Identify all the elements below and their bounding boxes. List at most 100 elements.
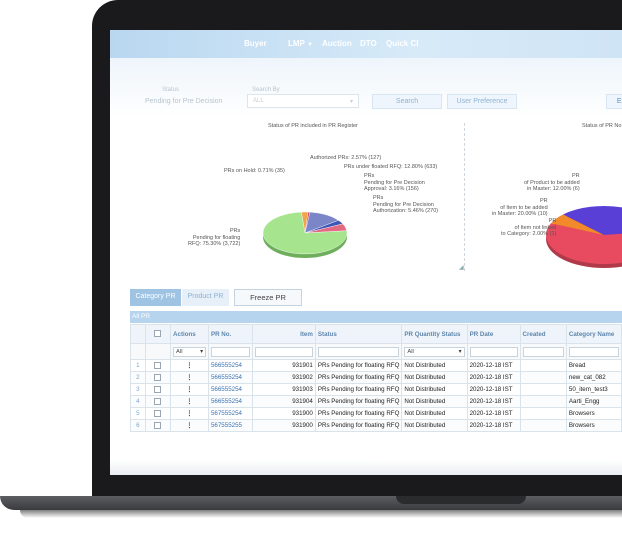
row-item: 931902 (252, 371, 316, 384)
row-pr-no[interactable]: 567555255 (207, 419, 254, 432)
filter-status-value[interactable]: Pending for Pre Decision (145, 98, 222, 105)
export-button[interactable]: Ex (606, 94, 622, 109)
table-row[interactable]: 2 ⋮ 566555254 931902 PRs Pending for floatin… (130, 371, 622, 384)
row-qty-status: Not Distributed (401, 395, 468, 408)
qty-status-filter-select[interactable]: All ▾ (404, 346, 465, 357)
row-checkbox-cell (144, 359, 172, 372)
filter-cell (252, 343, 316, 360)
actions-filter-select[interactable]: All ▾ (173, 346, 206, 357)
created-filter-input[interactable] (522, 346, 564, 357)
nav-item-lmp[interactable]: LMP ▼ (288, 39, 313, 48)
resize-handle-icon[interactable]: ◢ (459, 264, 464, 271)
row-status: PRs Pending for floating RFQ (314, 407, 403, 420)
row-number: 3 (130, 383, 146, 396)
nav-item-quick-ci[interactable]: Quick CI (386, 39, 418, 48)
search-button[interactable]: Search (372, 94, 442, 109)
filter-cell: All ▾ (170, 343, 209, 360)
pie-label-floating: PRs Pending for floating RFQ: 75.30% (3,… (188, 228, 241, 247)
row-checkbox[interactable] (154, 385, 162, 393)
row-pr-no[interactable]: 566555254 (207, 371, 254, 384)
item-filter-input[interactable] (255, 346, 313, 357)
table-row[interactable]: 6 ⋮ 567555255 931900 PRs Pending for floatin… (130, 419, 622, 432)
nav-item-buyer[interactable]: Buyer (244, 39, 267, 48)
filter-cell (466, 343, 521, 360)
row-item: 931904 (252, 395, 316, 408)
row-created (519, 383, 567, 396)
table-row[interactable]: 1 ⋮ 566555254 931901 PRs Pending for floatin… (130, 359, 622, 372)
header-qty-status[interactable]: PR Quantity Status (401, 324, 468, 344)
row-pr-no[interactable]: 566555254 (207, 395, 254, 408)
row-qty-status: Not Distributed (401, 419, 468, 432)
row-item: 931903 (252, 383, 316, 396)
user-preference-button[interactable]: User Preference (447, 94, 517, 109)
laptop-base (0, 496, 622, 510)
header-item[interactable]: Item (252, 324, 316, 344)
nav-item-auction[interactable]: Auction (322, 39, 352, 48)
row-status: PRs Pending for floating RFQ (314, 383, 403, 396)
more-vertical-icon[interactable]: ⋮ (186, 398, 192, 405)
row-actions-cell: ⋮ (170, 419, 209, 432)
table-row[interactable]: 5 ⋮ 567555254 931900 PRs Pending for floatin… (130, 407, 622, 420)
row-pr-date: 2020-12-18 IST (466, 383, 521, 396)
select-all-checkbox[interactable] (154, 330, 162, 338)
row-checkbox-cell (144, 419, 172, 432)
row-created (519, 419, 567, 432)
row-checkbox[interactable] (154, 373, 162, 381)
table-row[interactable]: 3 ⋮ 566555254 931903 PRs Pending for floatin… (130, 383, 622, 396)
row-actions-cell: ⋮ (170, 383, 209, 396)
row-checkbox-cell (144, 395, 172, 408)
filter-bar (110, 58, 622, 118)
row-created (519, 371, 567, 384)
row-checkbox[interactable] (154, 361, 162, 369)
row-qty-status: Not Distributed (401, 383, 468, 396)
table-row[interactable]: 4 ⋮ 566555254 931904 PRs Pending for floatin… (130, 395, 622, 408)
header-pr-no[interactable]: PR No. (207, 324, 254, 344)
header-category[interactable]: Category Name (565, 324, 622, 344)
chart-divider (464, 123, 465, 271)
pie-chart-pr-register: Status of PR included in PR Register Aut… (110, 120, 464, 272)
filter-cell (144, 343, 172, 360)
more-vertical-icon[interactable]: ⋮ (186, 386, 192, 393)
more-vertical-icon[interactable]: ⋮ (186, 362, 192, 369)
more-vertical-icon[interactable]: ⋮ (186, 374, 192, 381)
row-checkbox[interactable] (154, 397, 162, 405)
nav-item-dto[interactable]: DTO (360, 39, 377, 48)
row-created (519, 395, 567, 408)
header-select-all (144, 324, 172, 344)
laptop-shadow (20, 510, 622, 518)
tab-product-pr[interactable]: Product PR (182, 289, 229, 306)
row-pr-no[interactable]: 566555254 (207, 383, 254, 396)
status-filter-input[interactable] (317, 346, 400, 357)
more-vertical-icon[interactable]: ⋮ (186, 410, 192, 417)
row-actions-cell: ⋮ (170, 371, 209, 384)
row-status: PRs Pending for floating RFQ (314, 395, 403, 408)
row-category: Browsers (565, 419, 622, 432)
row-actions-cell: ⋮ (170, 407, 209, 420)
grid-title: All PR (130, 311, 622, 323)
header-actions[interactable]: Actions (170, 324, 209, 344)
row-status: PRs Pending for floating RFQ (314, 371, 403, 384)
pr-no-filter-input[interactable] (210, 346, 251, 357)
row-number: 2 (130, 371, 146, 384)
tab-category-pr[interactable]: Category PR (130, 289, 181, 306)
header-pr-date[interactable]: PR Date (466, 324, 521, 344)
row-pr-no[interactable]: 566555254 (207, 359, 254, 372)
qty-status-filter-value: All (407, 348, 414, 355)
row-number: 1 (130, 359, 146, 372)
filter-cell (565, 343, 622, 360)
header-created[interactable]: Created (519, 324, 567, 344)
pr-date-filter-input[interactable] (469, 346, 518, 357)
row-checkbox-cell (144, 371, 172, 384)
category-filter-input[interactable] (568, 346, 619, 357)
row-pr-no[interactable]: 567555254 (207, 407, 254, 420)
row-checkbox[interactable] (154, 409, 162, 417)
search-by-select[interactable]: ALL ▾ (247, 94, 359, 108)
row-checkbox[interactable] (154, 421, 162, 429)
row-qty-status: Not Distributed (401, 371, 468, 384)
top-nav: Buyer LMP ▼ Auction DTO Quick CI (110, 30, 622, 58)
row-category: new_cat_082 (565, 371, 622, 384)
freeze-pr-button[interactable]: Freeze PR (234, 289, 302, 306)
more-vertical-icon[interactable]: ⋮ (186, 422, 192, 429)
pie-label-item-master: PR of Item to be added in Master: 20.00%… (492, 198, 548, 217)
header-status[interactable]: Status (314, 324, 403, 344)
